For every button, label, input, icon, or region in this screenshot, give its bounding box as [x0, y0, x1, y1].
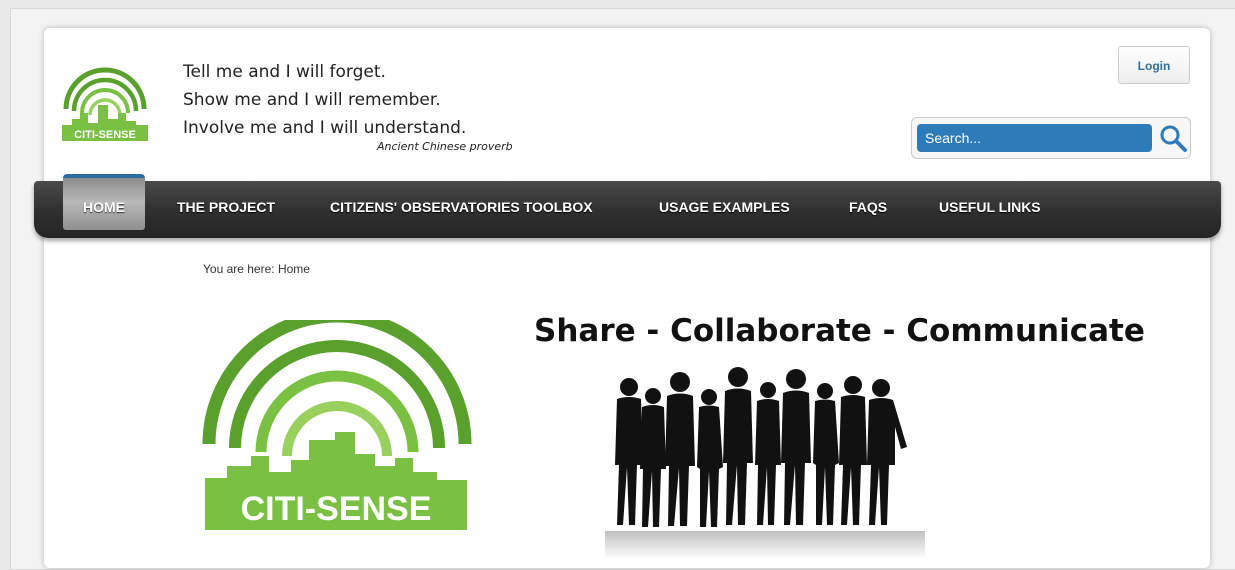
breadcrumb: You are here: Home — [203, 262, 310, 276]
logo-arcs-icon: CITI-SENSE — [62, 67, 148, 141]
citi-sense-logo[interactable]: CITI-SENSE — [60, 63, 150, 143]
citi-sense-banner-logo: CITI-SENSE — [197, 309, 477, 540]
header-quote: Tell me and I will forget. Show me and I… — [183, 58, 466, 142]
quote-line: Show me and I will remember. — [183, 90, 441, 110]
svg-text:CITI-SENSE: CITI-SENSE — [241, 490, 432, 528]
banner-tagline: Share - Collaborate - Communicate — [534, 313, 1145, 349]
nav-item-faqs[interactable]: FAQS — [849, 181, 887, 233]
people-silhouette-icon — [605, 367, 925, 559]
quote-line: Tell me and I will forget. — [183, 62, 386, 82]
search-input[interactable] — [917, 124, 1152, 152]
svg-text:CITI-SENSE: CITI-SENSE — [74, 129, 136, 141]
banner-logo-graphic: CITI-SENSE — [202, 309, 472, 530]
nav-item-label: HOME — [83, 199, 125, 215]
quote-attribution: Ancient Chinese proverb — [377, 140, 513, 153]
search-box — [911, 117, 1191, 159]
nav-item-useful-links[interactable]: USEFUL LINKS — [939, 181, 1041, 233]
nav-item-the-project[interactable]: THE PROJECT — [177, 181, 275, 233]
quote-line: Involve me and I will understand. — [183, 118, 467, 138]
nav-item-usage-examples[interactable]: USAGE EXAMPLES — [659, 181, 790, 233]
search-icon[interactable] — [1158, 123, 1188, 153]
crowd-silhouette-image — [585, 365, 955, 559]
nav-item-toolbox[interactable]: CITIZENS' OBSERVATORIES TOOLBOX — [330, 181, 593, 233]
login-button[interactable]: Login — [1118, 46, 1190, 84]
main-nav: HOME THE PROJECT CITIZENS' OBSERVATORIES… — [34, 174, 1221, 238]
nav-item-home[interactable]: HOME — [63, 174, 145, 230]
